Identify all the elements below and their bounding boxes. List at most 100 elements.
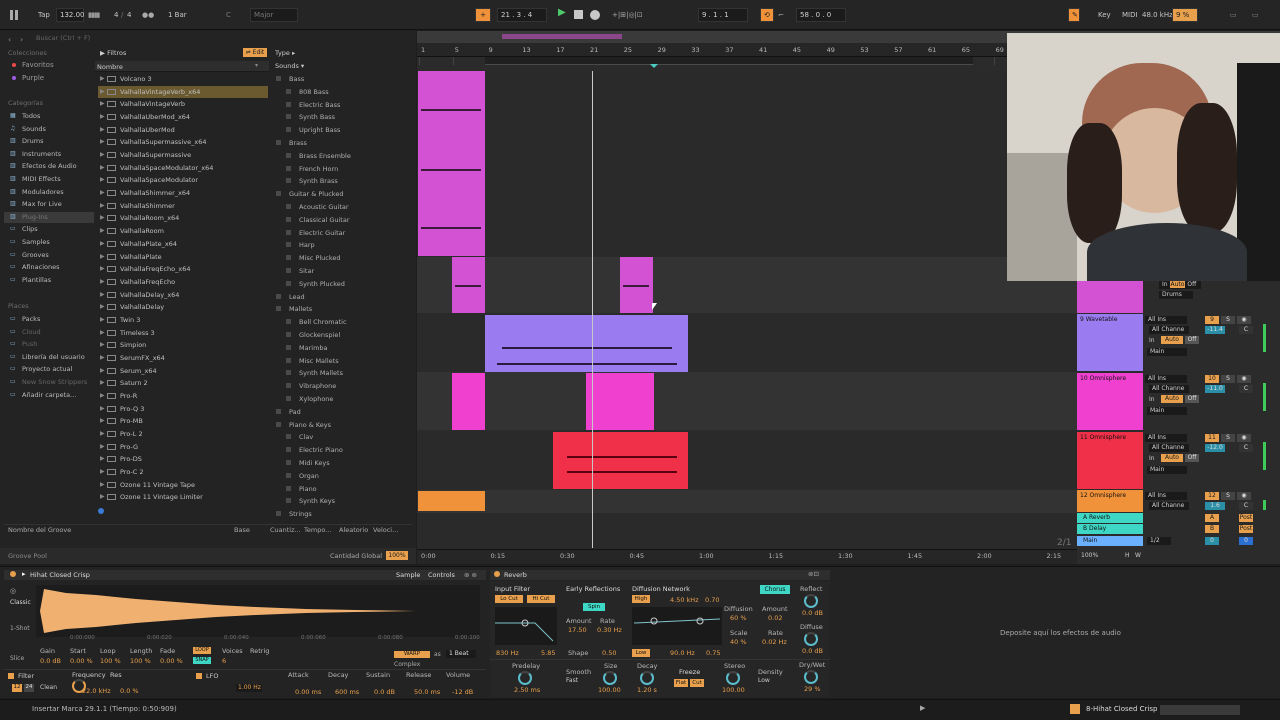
loop-start-field[interactable]: 9 . 1 . 1 [698,8,748,22]
monitor-off[interactable]: Off [1185,395,1199,403]
return-a[interactable]: A Reverb [1077,513,1143,523]
zoom-w[interactable]: W [1135,552,1141,559]
place-item-4[interactable]: ▭ Proyecto actual [4,364,94,375]
type-item[interactable]: Acoustic Guitar [286,201,349,213]
expand-arrow-icon[interactable]: ▶ [100,263,105,275]
key-map-button[interactable]: Key [1098,9,1111,21]
solo-button[interactable]: S [1221,492,1235,500]
track-header-drums[interactable] [1077,281,1143,313]
checkbox-icon[interactable] [286,127,291,133]
high-value[interactable]: 0.70 [705,596,719,604]
hi-cut-button[interactable]: Hi Cut [527,595,555,603]
expand-arrow-icon[interactable]: ▶ [100,441,105,453]
low-freq-value[interactable]: 90.0 Hz [670,649,695,657]
loop-length-field[interactable]: 58 . 0 . 0 [796,8,846,22]
checkbox-icon[interactable] [286,255,291,261]
type-item[interactable]: Electric Bass [286,99,340,111]
smooth-select[interactable]: Fast [566,677,578,684]
lfo-rate-field[interactable]: 1.00 Hz [236,684,262,692]
sounds-filter[interactable]: Sounds ▾ [275,62,304,70]
filter-12-button[interactable]: 12 [12,684,22,692]
mode-classic[interactable]: Classic [10,599,31,606]
checkbox-icon[interactable] [286,460,291,465]
forward-arrow-icon[interactable]: › [20,35,23,44]
expand-arrow-icon[interactable]: ▶ [100,428,105,440]
checkbox-icon[interactable] [286,152,291,158]
spin-button[interactable]: Spin [583,603,605,611]
expand-arrow-icon[interactable]: ▶ [100,111,105,123]
checkbox-icon[interactable] [286,101,291,107]
checkbox-icon[interactable] [286,114,291,120]
signature-denominator[interactable]: 4 [127,9,131,21]
expand-arrow-icon[interactable]: ▶ [100,327,105,339]
lane-omnisphere-10[interactable] [417,372,1077,430]
checkbox-icon[interactable] [276,511,281,517]
expand-arrow-icon[interactable]: ▶ [100,124,105,136]
sample-mode-icon[interactable]: ◎ [10,587,16,595]
clip-omni10-a[interactable] [452,373,485,430]
punch-icon[interactable]: ⌐ [778,9,784,21]
checkbox-icon[interactable] [286,268,291,273]
quantize-select[interactable]: 1 Bar [168,9,187,21]
place-item-6[interactable]: ▭ Añadir carpeta... [4,390,94,401]
checkbox-icon[interactable] [286,204,291,209]
chorus-rate-value[interactable]: 0.02 Hz [762,638,787,646]
chorus-button[interactable]: Chorus [760,585,790,594]
type-item[interactable]: Mallets [276,303,312,315]
type-item[interactable]: Guitar & Plucked [276,188,343,200]
name-item[interactable]: ▶ ValhallaDelay_x64 [98,289,268,301]
main-volume[interactable]: 0 [1205,537,1219,545]
name-item[interactable]: ▶ ValhallaSupermassive [98,149,268,161]
drums-off[interactable]: Off [1187,281,1196,288]
type-item[interactable]: Piano [286,483,317,495]
name-item[interactable]: ▶ Twin 3 [98,314,268,326]
place-item-5[interactable]: ▭ New Snow Strippers [4,377,94,388]
arm-icon[interactable]: ◉ [1237,492,1251,500]
midi-map-button[interactable]: MIDI [1122,9,1138,21]
name-item[interactable]: ▶ Timeless 3 [98,327,268,339]
checkbox-icon[interactable] [286,357,291,363]
song-position-field[interactable]: 21 . 3 . 4 [497,8,547,22]
overdub-icon[interactable]: +|⊞|◎|⊡ [612,9,643,21]
type-item[interactable]: Organ [286,470,319,482]
type-item[interactable]: Bass [276,73,304,85]
lane-drums-group[interactable] [417,71,1077,256]
arrangement-record-icon[interactable]: + [475,8,491,22]
track-input-select[interactable]: All Ins [1145,375,1187,383]
er-rate-value[interactable]: 0.30 Hz [597,626,622,634]
high-freq-value[interactable]: 4.50 kHz [670,596,699,604]
checkbox-icon[interactable] [276,191,281,197]
category-item-11[interactable]: ▭ Grooves [4,250,94,261]
name-item[interactable]: ▶ ValhallaRoom [98,225,268,237]
diffuse-knob[interactable] [804,632,818,646]
monitor-auto[interactable]: Auto [1161,454,1183,462]
checkbox-icon[interactable] [286,383,291,389]
category-item-2[interactable]: ▥ Drums [4,136,94,147]
type-item[interactable]: Brass Ensemble [286,150,351,162]
main-pan[interactable]: 0 [1239,537,1253,545]
checkbox-icon[interactable] [286,447,291,453]
expand-arrow-icon[interactable]: ▶ [100,98,105,110]
checkbox-icon[interactable] [286,88,291,94]
expand-arrow-icon[interactable]: ▶ [100,212,105,224]
name-column-header[interactable]: Nombre ▾ [95,61,269,72]
groove-column-header[interactable]: Tempo... [304,526,331,534]
record-icon[interactable] [590,10,600,20]
expand-arrow-icon[interactable]: ▶ [100,479,105,491]
chorus-amount-value[interactable]: 0.02 [768,614,782,622]
type-item[interactable]: Bell Chromatic [286,316,347,328]
diffusion-display[interactable] [632,607,722,645]
name-item[interactable]: ▶ ValhallaVintageVerb [98,98,268,110]
sampler-param-value[interactable]: 0.00 % [160,657,183,665]
main-track[interactable]: Main [1077,536,1143,546]
checkbox-icon[interactable] [286,472,291,478]
arm-icon[interactable]: ◉ [1237,316,1251,324]
low-button[interactable]: Low [632,649,650,657]
warp-beats-field[interactable]: 1 Beat [446,650,476,658]
reflect-knob[interactable] [804,594,818,608]
expand-arrow-icon[interactable]: ▶ [100,377,105,389]
type-item[interactable]: Lead [276,291,305,303]
track-output-select[interactable]: Main [1147,407,1187,415]
name-item[interactable]: ▶ Pro-G [98,441,268,453]
expand-arrow-icon[interactable]: ▶ [100,187,105,199]
